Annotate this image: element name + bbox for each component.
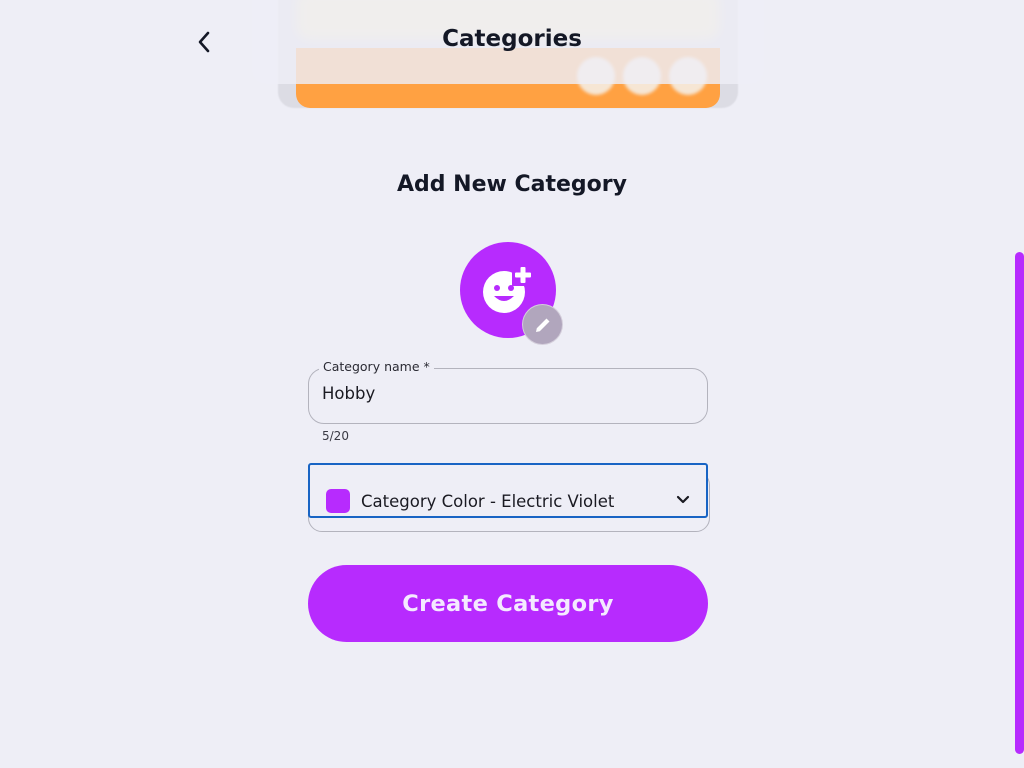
category-name-field[interactable]: Category name *: [308, 359, 708, 424]
pencil-icon: [535, 318, 549, 332]
character-counter: 5/20: [322, 429, 349, 443]
category-name-label: Category name *: [319, 359, 434, 374]
category-color-select[interactable]: Category Color - Electric Violet: [308, 463, 708, 518]
color-swatch: [326, 489, 350, 513]
create-category-button[interactable]: Create Category: [308, 565, 708, 642]
edit-avatar-button[interactable]: [522, 304, 563, 345]
scrollbar[interactable]: [1015, 252, 1024, 754]
form-heading: Add New Category: [397, 172, 627, 197]
chevron-down-icon: [676, 495, 690, 504]
page-title: Categories: [442, 26, 582, 52]
add-reaction-icon: [483, 264, 534, 313]
category-name-input[interactable]: [322, 384, 692, 403]
color-select-value: Category Color - Electric Violet: [361, 492, 615, 511]
add-category-screen: Categories Add New Category Category nam…: [0, 0, 1024, 768]
